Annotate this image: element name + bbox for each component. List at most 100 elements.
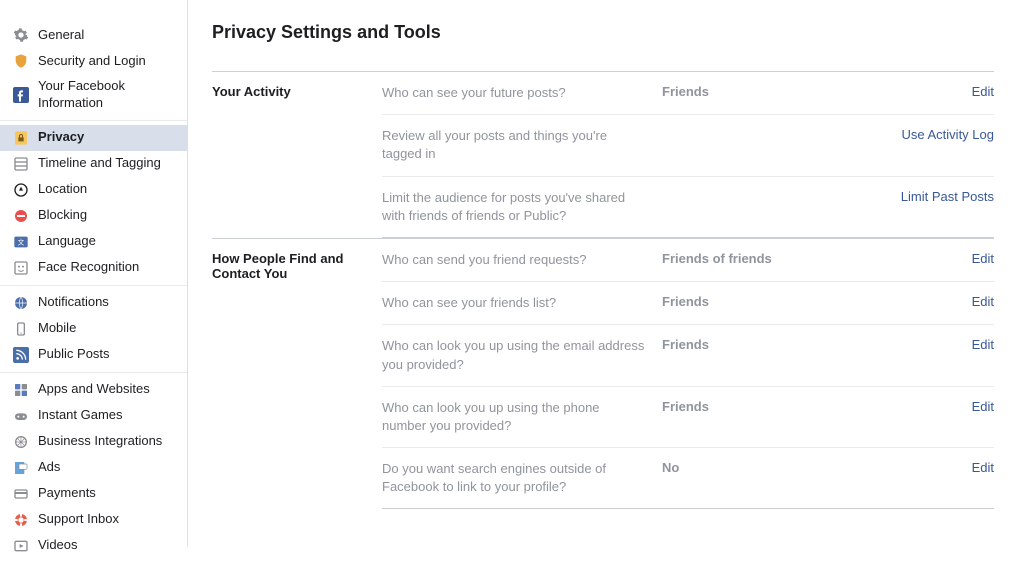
settings-section: Your ActivityWho can see your future pos…: [212, 71, 994, 238]
sidebar-item-security[interactable]: Security and Login: [0, 48, 187, 74]
settings-row: Who can look you up using the phone numb…: [382, 387, 994, 448]
settings-row: Who can look you up using the email addr…: [382, 325, 994, 386]
sidebar-item-label: Support Inbox: [38, 511, 179, 528]
row-description: Who can send you friend requests?: [382, 251, 662, 269]
section-rows: Who can see your future posts?FriendsEdi…: [382, 72, 994, 238]
row-value: No: [662, 460, 972, 475]
sidebar-item-videos[interactable]: Videos: [0, 533, 187, 559]
sidebar-group: Apps and Websites Instant Games Business I…: [0, 373, 187, 563]
row-action-link[interactable]: Edit: [972, 84, 994, 99]
language-icon: 文: [12, 233, 30, 251]
globe-icon: [12, 294, 30, 312]
sidebar-item-apps[interactable]: Apps and Websites: [0, 377, 187, 403]
sidebar-item-ads[interactable]: Ads: [0, 455, 187, 481]
block-icon: [12, 207, 30, 225]
timeline-icon: [12, 155, 30, 173]
settings-sidebar: General Security and Login Your Facebook I…: [0, 0, 188, 547]
main-content: Privacy Settings and Tools Your Activity…: [188, 0, 1024, 547]
biz-icon: [12, 433, 30, 451]
sidebar-item-location[interactable]: Location: [0, 177, 187, 203]
row-action-link[interactable]: Limit Past Posts: [901, 189, 994, 204]
sidebar-item-label: Your Facebook Information: [38, 78, 179, 112]
sidebar-item-facerec[interactable]: Face Recognition: [0, 255, 187, 281]
settings-section: How People Find and Contact YouWho can s…: [212, 238, 994, 510]
ads-icon: [12, 459, 30, 477]
sidebar-item-label: Language: [38, 233, 179, 250]
row-description: Do you want search engines outside of Fa…: [382, 460, 662, 496]
sidebar-item-privacy[interactable]: Privacy: [0, 125, 187, 151]
sidebar-item-blocking[interactable]: Blocking: [0, 203, 187, 229]
settings-row: Who can see your future posts?FriendsEdi…: [382, 72, 994, 115]
row-action-link[interactable]: Edit: [972, 294, 994, 309]
row-value: Friends: [662, 337, 972, 352]
sidebar-item-publicposts[interactable]: Public Posts: [0, 342, 187, 368]
support-icon: [12, 511, 30, 529]
sidebar-item-label: Mobile: [38, 320, 179, 337]
row-description: Who can see your friends list?: [382, 294, 662, 312]
payments-icon: [12, 485, 30, 503]
svg-text:文: 文: [18, 237, 25, 246]
section-title: How People Find and Contact You: [212, 239, 382, 510]
row-value: Friends: [662, 399, 972, 414]
settings-row: Who can see your friends list?FriendsEdi…: [382, 282, 994, 325]
games-icon: [12, 407, 30, 425]
sidebar-item-yourinfo[interactable]: Your Facebook Information: [0, 74, 187, 116]
sidebar-item-label: Privacy: [38, 129, 179, 146]
sidebar-item-general[interactable]: General: [0, 22, 187, 48]
sidebar-item-label: Location: [38, 181, 179, 198]
sidebar-group: Notifications Mobile Public Posts: [0, 286, 187, 373]
sidebar-item-label: Payments: [38, 485, 179, 502]
row-action-link[interactable]: Edit: [972, 337, 994, 352]
row-description: Limit the audience for posts you've shar…: [382, 189, 662, 225]
page-title: Privacy Settings and Tools: [212, 22, 994, 43]
sidebar-item-mobile[interactable]: Mobile: [0, 316, 187, 342]
sidebar-item-language[interactable]: 文 Language: [0, 229, 187, 255]
lock-icon: [12, 129, 30, 147]
section-rows: Who can send you friend requests?Friends…: [382, 239, 994, 510]
sidebar-item-label: Business Integrations: [38, 433, 179, 450]
sidebar-item-label: Blocking: [38, 207, 179, 224]
sidebar-item-instantgames[interactable]: Instant Games: [0, 403, 187, 429]
sidebar-item-label: Public Posts: [38, 346, 179, 363]
sidebar-group: Privacy Timeline and Tagging Location Block…: [0, 121, 187, 286]
sidebar-item-label: Security and Login: [38, 53, 179, 70]
sidebar-item-label: Face Recognition: [38, 259, 179, 276]
sidebar-item-payments[interactable]: Payments: [0, 481, 187, 507]
gear-icon: [12, 26, 30, 44]
sidebar-item-bizint[interactable]: Business Integrations: [0, 429, 187, 455]
sidebar-group: General Security and Login Your Facebook I…: [0, 18, 187, 121]
sidebar-item-notifications[interactable]: Notifications: [0, 290, 187, 316]
row-description: Who can see your future posts?: [382, 84, 662, 102]
sidebar-item-label: Ads: [38, 459, 179, 476]
settings-row: Review all your posts and things you're …: [382, 115, 994, 176]
settings-row: Do you want search engines outside of Fa…: [382, 448, 994, 508]
row-value: Friends of friends: [662, 251, 972, 266]
videos-icon: [12, 537, 30, 555]
row-action-link[interactable]: Edit: [972, 399, 994, 414]
rss-icon: [12, 346, 30, 364]
face-icon: [12, 259, 30, 277]
fb-icon: [12, 86, 30, 104]
row-action-link[interactable]: Edit: [972, 251, 994, 266]
row-description: Who can look you up using the phone numb…: [382, 399, 662, 435]
section-title: Your Activity: [212, 72, 382, 238]
settings-row: Limit the audience for posts you've shar…: [382, 177, 994, 237]
sidebar-item-label: Notifications: [38, 294, 179, 311]
shield-icon: [12, 52, 30, 70]
settings-row: Who can send you friend requests?Friends…: [382, 239, 994, 282]
sidebar-item-label: Videos: [38, 537, 179, 554]
sidebar-item-support[interactable]: Support Inbox: [0, 507, 187, 533]
location-icon: [12, 181, 30, 199]
row-action-link[interactable]: Edit: [972, 460, 994, 475]
sidebar-item-timeline[interactable]: Timeline and Tagging: [0, 151, 187, 177]
row-action-link[interactable]: Use Activity Log: [902, 127, 995, 142]
sidebar-item-label: Apps and Websites: [38, 381, 179, 398]
sidebar-item-label: Timeline and Tagging: [38, 155, 179, 172]
mobile-icon: [12, 320, 30, 338]
sidebar-item-label: Instant Games: [38, 407, 179, 424]
row-description: Review all your posts and things you're …: [382, 127, 662, 163]
sidebar-item-label: General: [38, 27, 179, 44]
apps-icon: [12, 381, 30, 399]
row-value: Friends: [662, 294, 972, 309]
row-description: Who can look you up using the email addr…: [382, 337, 662, 373]
